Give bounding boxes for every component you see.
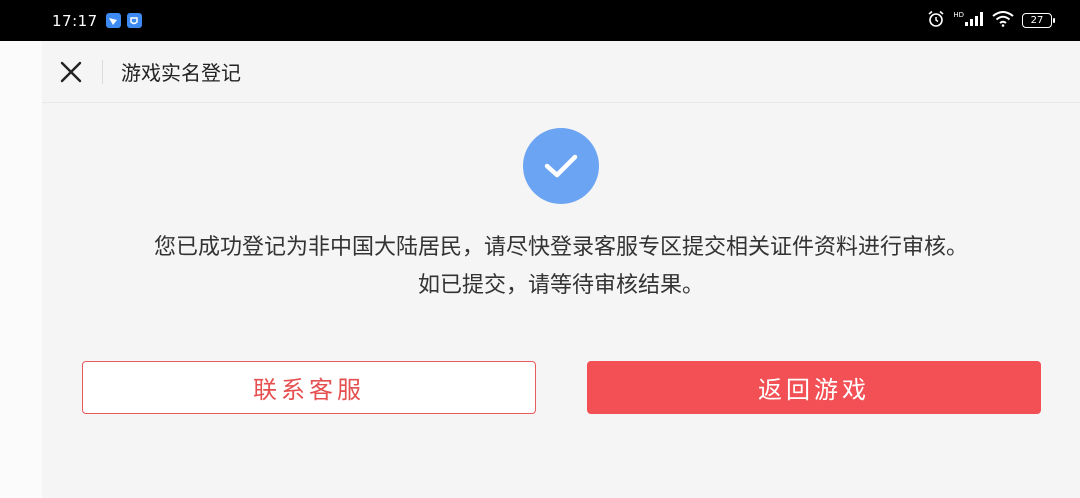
status-bar: 17:17 HD 27 xyxy=(0,0,1080,41)
success-badge xyxy=(523,128,599,204)
wifi-icon xyxy=(992,10,1014,31)
status-left: 17:17 xyxy=(52,12,142,30)
status-time: 17:17 xyxy=(52,11,98,30)
status-right: HD 27 xyxy=(927,10,1055,32)
main-content: 您已成功登记为非中国大陆居民，请尽快登录客服专区提交相关证件资料进行审核。 如已… xyxy=(42,103,1080,498)
message-line-1: 您已成功登记为非中国大陆居民，请尽快登录客服专区提交相关证件资料进行审核。 xyxy=(153,235,968,260)
checkmark-icon xyxy=(544,154,578,178)
nav-divider xyxy=(102,59,103,84)
app-notification-icon xyxy=(105,13,121,28)
return-to-game-button[interactable]: 返回游戏 xyxy=(587,361,1041,414)
close-icon xyxy=(60,61,82,82)
signal-icon xyxy=(964,11,984,30)
left-edge-strip xyxy=(0,41,42,498)
page-title: 游戏实名登记 xyxy=(121,61,241,85)
success-message: 您已成功登记为非中国大陆居民，请尽快登录客服专区提交相关证件资料进行审核。 如已… xyxy=(42,229,1080,305)
message-line-2: 如已提交，请等待审核结果。 xyxy=(417,273,704,298)
battery-icon: 27 xyxy=(1022,13,1055,28)
close-button[interactable] xyxy=(42,41,100,103)
alarm-icon xyxy=(927,10,945,32)
nav-bar: 游戏实名登记 xyxy=(42,41,1080,103)
contact-support-button[interactable]: 联系客服 xyxy=(82,361,536,414)
shield-app-icon xyxy=(126,13,142,28)
hd-label: HD xyxy=(953,11,964,19)
